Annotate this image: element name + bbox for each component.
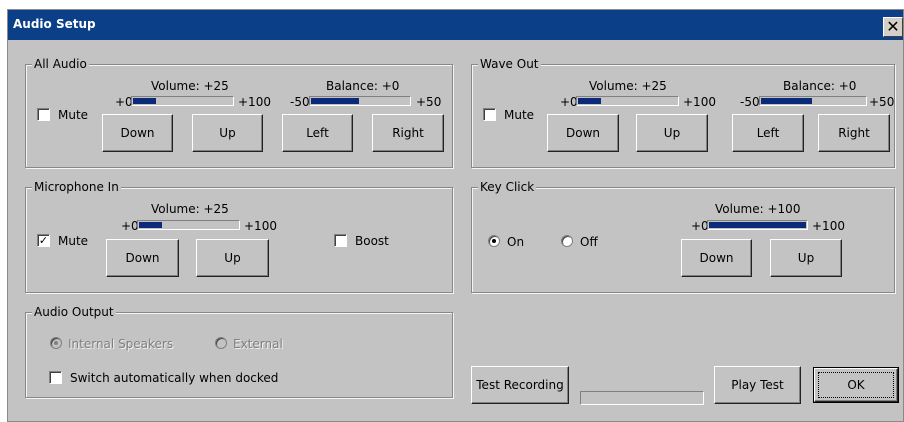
microphone-mute-checkbox[interactable]: ✓ xyxy=(37,234,50,247)
all-audio-balance-left-button[interactable]: Left xyxy=(282,114,353,152)
all-audio-mute-label: Mute xyxy=(58,108,89,122)
key-click-group: Key Click On Off Volume: +100 +0 +100 Do… xyxy=(471,180,895,293)
radio-selected-dot xyxy=(492,239,496,243)
wave-out-balance-right-button[interactable]: Right xyxy=(818,114,890,152)
check-icon: ✓ xyxy=(38,234,49,247)
external-radio[interactable] xyxy=(215,337,227,349)
all-audio-balance-fill xyxy=(311,98,359,104)
microphone-in-group: Microphone In ✓ Mute Volume: +25 +0 +100… xyxy=(25,180,453,293)
all-audio-group: All Audio Mute Volume: +25 +0 +100 Balan… xyxy=(25,57,453,168)
external-label: External xyxy=(233,337,283,351)
ok-button[interactable]: OK xyxy=(813,367,899,403)
wave-out-volume-fill xyxy=(578,98,602,104)
key-click-volume-down-button[interactable]: Down xyxy=(681,239,752,277)
all-audio-group-label: All Audio xyxy=(32,57,89,71)
key-click-off-radio[interactable] xyxy=(561,235,573,247)
microphone-mute-label: Mute xyxy=(58,234,89,248)
switch-when-docked-label: Switch automatically when docked xyxy=(70,371,279,385)
key-click-on-label: On xyxy=(507,235,525,249)
wave-out-balance-fill xyxy=(761,98,812,104)
all-audio-volume-max: +100 xyxy=(238,95,271,109)
key-click-volume-label: Volume: +100 xyxy=(715,202,801,216)
key-click-volume-up-button[interactable]: Up xyxy=(770,239,842,277)
all-audio-balance-label: Balance: +0 xyxy=(326,79,400,93)
wave-out-group-label: Wave Out xyxy=(478,57,541,71)
wave-out-balance-slider[interactable] xyxy=(759,96,867,106)
radio-selected-dot xyxy=(54,341,58,345)
title-bar[interactable]: Audio Setup ✕ xyxy=(8,10,903,40)
recording-progress-bar xyxy=(580,391,704,405)
wave-out-volume-label: Volume: +25 xyxy=(589,79,667,93)
all-audio-balance-right-button[interactable]: Right xyxy=(372,114,444,152)
key-click-on-radio[interactable] xyxy=(488,235,500,247)
focus-rect xyxy=(818,372,894,398)
microphone-volume-label: Volume: +25 xyxy=(151,202,229,216)
wave-out-balance-left-button[interactable]: Left xyxy=(732,114,804,152)
all-audio-volume-fill xyxy=(133,98,157,104)
all-audio-balance-slider[interactable] xyxy=(309,96,411,106)
window-title: Audio Setup xyxy=(13,17,96,31)
test-recording-button[interactable]: Test Recording xyxy=(471,366,569,404)
audio-setup-dialog: Audio Setup ✕ All Audio Mute Volume: +25… xyxy=(7,9,904,422)
wave-out-group: Wave Out Mute Volume: +25 +0 +100 Balanc… xyxy=(471,57,895,168)
switch-when-docked-checkbox[interactable] xyxy=(49,371,62,384)
boost-label: Boost xyxy=(355,234,389,248)
key-click-volume-slider[interactable] xyxy=(707,220,808,230)
microphone-volume-down-button[interactable]: Down xyxy=(106,239,179,277)
key-click-volume-fill xyxy=(709,222,806,228)
all-audio-balance-min: -50 xyxy=(290,95,310,109)
key-click-off-label: Off xyxy=(580,235,598,249)
wave-out-mute-checkbox[interactable] xyxy=(483,108,496,121)
all-audio-balance-max: +50 xyxy=(416,95,442,109)
audio-output-group: Audio Output Internal Speakers External … xyxy=(25,305,453,398)
all-audio-volume-label: Volume: +25 xyxy=(151,79,229,93)
wave-out-balance-max: +50 xyxy=(869,95,895,109)
all-audio-volume-slider[interactable] xyxy=(131,96,234,106)
wave-out-volume-slider[interactable] xyxy=(576,96,679,106)
microphone-volume-fill xyxy=(139,222,163,228)
all-audio-mute-checkbox[interactable] xyxy=(37,108,50,121)
play-test-button[interactable]: Play Test xyxy=(714,366,801,404)
wave-out-balance-label: Balance: +0 xyxy=(783,79,857,93)
microphone-volume-up-button[interactable]: Up xyxy=(196,239,269,277)
microphone-in-group-label: Microphone In xyxy=(32,180,121,194)
key-click-group-label: Key Click xyxy=(478,180,537,194)
wave-out-volume-max: +100 xyxy=(683,95,716,109)
wave-out-mute-label: Mute xyxy=(504,108,535,122)
key-click-volume-max: +100 xyxy=(812,219,845,233)
microphone-volume-max: +100 xyxy=(244,219,277,233)
all-audio-volume-up-button[interactable]: Up xyxy=(192,114,263,152)
internal-speakers-radio[interactable] xyxy=(50,337,62,349)
close-icon: ✕ xyxy=(886,17,900,36)
wave-out-balance-min: -50 xyxy=(740,95,760,109)
microphone-volume-slider[interactable] xyxy=(137,220,240,230)
all-audio-volume-down-button[interactable]: Down xyxy=(102,114,173,152)
wave-out-volume-down-button[interactable]: Down xyxy=(547,114,619,152)
audio-output-group-label: Audio Output xyxy=(32,305,116,319)
boost-checkbox[interactable] xyxy=(334,234,347,247)
close-button[interactable]: ✕ xyxy=(883,17,903,37)
internal-speakers-label: Internal Speakers xyxy=(68,337,174,351)
wave-out-volume-up-button[interactable]: Up xyxy=(636,114,708,152)
